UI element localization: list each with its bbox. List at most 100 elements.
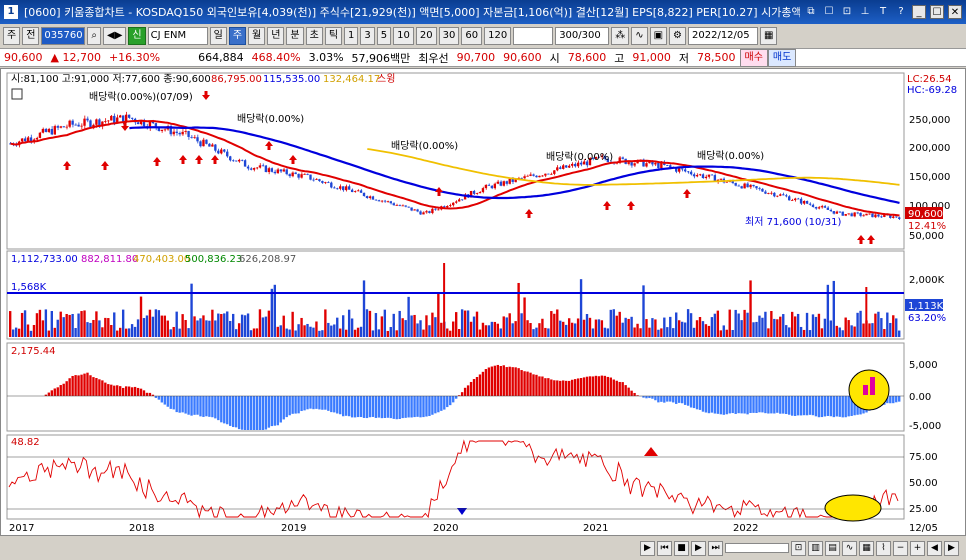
scroll-first-icon[interactable]: ⏮ xyxy=(657,540,672,556)
zoom-out-icon[interactable]: − xyxy=(893,540,908,556)
pin-icon[interactable]: ⊥ xyxy=(858,5,872,19)
minimize-button[interactable]: _ xyxy=(912,5,926,19)
maximize-button[interactable]: ☐ xyxy=(930,5,944,19)
candle-body xyxy=(223,149,226,152)
scroll-last-icon[interactable]: ⏭ xyxy=(708,540,723,556)
zoom-reset-icon[interactable]: ⊡ xyxy=(791,540,806,556)
volume-bar xyxy=(315,321,318,337)
candle-body xyxy=(300,174,303,178)
date-input[interactable]: 2022/12/05 xyxy=(688,27,758,45)
volume-bar xyxy=(835,325,838,337)
hc-label: HC:-69.28 xyxy=(907,85,957,96)
candle-icon[interactable]: ▤ xyxy=(825,540,840,556)
line-icon[interactable]: ∿ xyxy=(842,540,857,556)
macd-bar xyxy=(53,388,56,396)
interval-120[interactable]: 120 xyxy=(484,27,512,45)
candle-body xyxy=(270,168,274,172)
stock-code-input[interactable]: 035760 xyxy=(41,27,86,45)
chart-area[interactable]: 시:81,100 고:91,000 저:77,600 종:90,600 86,7… xyxy=(0,68,966,536)
macd-bar xyxy=(764,396,767,414)
candle-body xyxy=(410,207,413,211)
scroll-play-icon[interactable]: ▶ xyxy=(640,540,655,556)
volume-bar xyxy=(416,323,419,337)
interval-5[interactable]: 5 xyxy=(376,27,392,45)
count-input[interactable]: 300/300 xyxy=(555,27,610,45)
table-icon[interactable] xyxy=(11,88,23,100)
volume-bar xyxy=(648,327,651,337)
macd-bar xyxy=(669,396,672,402)
interval-10[interactable]: 10 xyxy=(393,27,414,45)
macd-bar xyxy=(312,396,315,410)
interval-3[interactable]: 3 xyxy=(360,27,375,45)
macd-bar xyxy=(576,378,580,396)
scroll-track[interactable] xyxy=(725,543,789,553)
interval-20[interactable]: 20 xyxy=(415,27,437,45)
period-tick[interactable]: 틱 xyxy=(324,27,343,45)
save-icon[interactable]: ▣ xyxy=(649,27,668,45)
macd-bar xyxy=(624,385,627,396)
scroll-right-icon[interactable]: ▶ xyxy=(944,540,959,556)
volume-bar xyxy=(154,309,158,337)
close-button[interactable]: ✕ xyxy=(948,5,962,19)
mode-select[interactable]: 주 xyxy=(3,27,21,45)
macd-bar xyxy=(755,396,758,414)
volume-bar xyxy=(130,324,134,337)
settings-icon[interactable]: ⚙ xyxy=(669,27,686,45)
macd-bar xyxy=(336,396,339,414)
macd-histogram xyxy=(44,364,901,430)
macd-bar xyxy=(163,396,166,405)
period-month[interactable]: 월 xyxy=(248,27,266,45)
macd-bar xyxy=(514,367,517,396)
analysis-icon[interactable]: ⌇ xyxy=(876,540,891,556)
font-icon[interactable]: T xyxy=(876,5,890,19)
candle-body xyxy=(847,213,850,215)
sell-button[interactable]: 매도 xyxy=(767,48,797,67)
period-minute[interactable]: 분 xyxy=(286,27,304,45)
candle-body xyxy=(243,160,247,167)
period-second[interactable]: 초 xyxy=(305,27,323,45)
calendar-icon[interactable]: ▦ xyxy=(760,27,778,45)
scroll-next-icon[interactable]: ▶ xyxy=(691,540,706,556)
volume-bar xyxy=(17,328,21,337)
macd-bar xyxy=(565,380,568,396)
candle-body xyxy=(796,198,800,200)
link-window-icon[interactable]: ⧉ xyxy=(804,5,818,19)
interval-30[interactable]: 30 xyxy=(438,27,460,45)
indicator-icon[interactable]: ∿ xyxy=(631,27,648,45)
bar-icon[interactable]: ▦ xyxy=(859,540,874,556)
scroll-left-icon[interactable]: ◀ xyxy=(927,540,942,556)
zoom-in-icon[interactable]: + xyxy=(910,540,925,556)
interval-60[interactable]: 60 xyxy=(461,27,483,45)
help-icon[interactable]: ? xyxy=(894,5,908,19)
macd-tick: -5,000 xyxy=(909,421,941,432)
period-year[interactable]: 년 xyxy=(267,27,285,45)
volume-bar xyxy=(362,280,366,337)
search-icon[interactable]: ⌕ xyxy=(87,27,102,45)
candle-body xyxy=(38,132,42,138)
prev-next-icon[interactable]: ◀▶ xyxy=(103,27,127,45)
macd-bar xyxy=(529,372,532,396)
custom-interval-input[interactable] xyxy=(513,27,554,45)
indicator-toggle-icon[interactable]: ▥ xyxy=(808,540,823,556)
volume-bar xyxy=(790,311,794,337)
candle-body xyxy=(333,187,336,189)
buy-button[interactable]: 매수 xyxy=(739,48,768,67)
period-day[interactable]: 일 xyxy=(209,27,227,45)
period-week[interactable]: 주 xyxy=(228,27,247,45)
layout-icon[interactable]: ⊡ xyxy=(840,5,854,19)
scroll-stop-icon[interactable]: ■ xyxy=(674,540,689,556)
cci-tick: 25.00 xyxy=(909,504,938,515)
macd-bar xyxy=(145,392,149,396)
mode2-select[interactable]: 전 xyxy=(22,27,40,45)
volume-bar xyxy=(336,317,339,337)
chart-svg[interactable]: 시:81,100 고:91,000 저:77,600 종:90,600 86,7… xyxy=(1,69,965,535)
candle-body xyxy=(686,171,690,173)
candle-body xyxy=(761,188,764,192)
tile-window-icon[interactable]: ☐ xyxy=(822,5,836,19)
stock-name-field[interactable]: CJ ENM xyxy=(147,27,208,45)
volume-bar xyxy=(773,318,776,337)
buy-arrow-icon xyxy=(603,201,611,210)
interval-1[interactable]: 1 xyxy=(344,27,359,45)
candle-body xyxy=(779,194,782,196)
chart-type-icon[interactable]: ⁂ xyxy=(611,27,630,45)
